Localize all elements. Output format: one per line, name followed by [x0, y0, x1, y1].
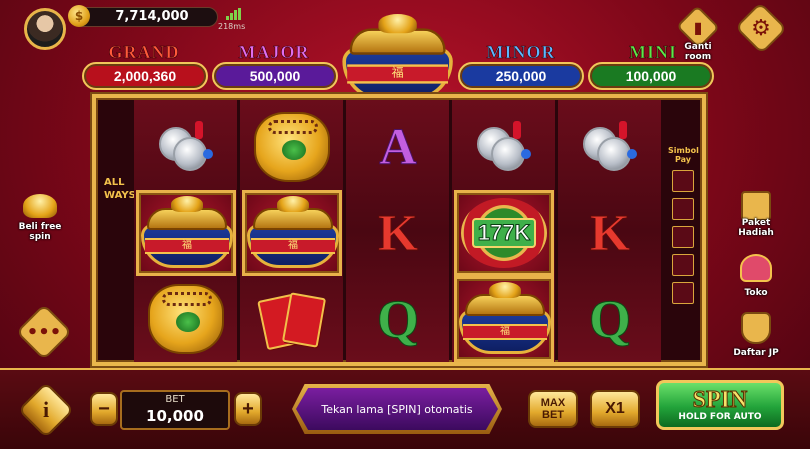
- reel-symbol-treasure-bowl: 福: [242, 190, 342, 276]
- reel-symbol-coins: [560, 104, 660, 190]
- spin-label: SPIN: [692, 386, 748, 413]
- grand-value: 2,000,360: [82, 62, 208, 90]
- chat-icon[interactable]: •••: [24, 312, 64, 352]
- reel-symbol-coins: [454, 104, 554, 190]
- balance-value: 7,714,000: [115, 9, 189, 24]
- player-avatar[interactable]: [24, 8, 66, 50]
- major-label: MAJOR: [238, 42, 310, 63]
- reel-2: 福: [240, 100, 343, 362]
- room-label[interactable]: Ganti room: [674, 42, 722, 62]
- reel-symbol-a: A: [379, 118, 418, 176]
- spin-button[interactable]: SPIN HOLD FOR AUTO: [656, 380, 784, 430]
- decrease-bet-button[interactable]: −: [90, 392, 118, 426]
- signal-icon: [226, 8, 241, 20]
- gift-package-label[interactable]: Paket Hadiah: [730, 218, 782, 238]
- gear-icon[interactable]: ⚙: [742, 10, 780, 46]
- jp-list-label[interactable]: Daftar JP: [730, 348, 782, 358]
- reel-symbol-coins: [136, 104, 236, 190]
- latency-text: 218ms: [218, 22, 246, 31]
- multiplier-button[interactable]: X1: [590, 390, 640, 428]
- paytable-symbol: [672, 170, 694, 192]
- paytable-symbol: [672, 198, 694, 220]
- info-button[interactable]: i: [26, 390, 66, 430]
- reel-symbol-k: K: [377, 204, 419, 262]
- max-bet-button[interactable]: MAX BET: [528, 390, 578, 428]
- trophy-icon[interactable]: [736, 308, 776, 348]
- major-value: 500,000: [212, 62, 338, 90]
- shop-label[interactable]: Toko: [730, 288, 782, 298]
- reel-symbol-money-pot: [242, 104, 342, 190]
- reel-1: 福: [134, 100, 237, 362]
- bet-value: 10,000: [146, 407, 204, 425]
- reel-symbol-jackpot: 177K: [454, 190, 554, 276]
- grand-label: GRAND: [108, 42, 180, 63]
- reel-symbol-red-envelopes: [242, 276, 342, 362]
- reel-symbol-treasure-bowl: 福: [454, 276, 554, 362]
- reel-symbol-money-pot: [136, 276, 236, 362]
- reel-3: A K Q: [346, 100, 449, 362]
- reel-symbol-money-pot: 福: [136, 190, 236, 276]
- mini-value: 100,000: [588, 62, 714, 90]
- treasure-bowl-emblem: 福: [340, 14, 460, 101]
- paytable-label[interactable]: Simbol Pay: [668, 146, 699, 164]
- reel-5: K Q: [558, 100, 661, 362]
- reel-symbol-q: Q: [588, 289, 631, 350]
- ingot-icon[interactable]: [20, 186, 60, 226]
- paytable-symbol: [672, 226, 694, 248]
- increase-bet-button[interactable]: +: [234, 392, 262, 426]
- spin-sub-label: HOLD FOR AUTO: [678, 411, 762, 422]
- shop-icon[interactable]: [736, 248, 776, 288]
- bet-label: BET: [165, 394, 185, 405]
- paytable-symbol: [672, 254, 694, 276]
- reel-4: 177K 福: [452, 100, 555, 362]
- reel-symbol-k: K: [589, 204, 631, 262]
- paytable-symbol: [672, 282, 694, 304]
- reel-symbol-q: Q: [376, 289, 419, 350]
- free-spin-label[interactable]: Beli free spin: [14, 222, 66, 242]
- door-icon[interactable]: ▮: [682, 12, 714, 42]
- all-ways-label: ALL WAYS: [104, 177, 136, 201]
- coin-icon: $: [68, 5, 90, 27]
- auto-spin-hint: Tekan lama [SPIN] otomatis: [296, 388, 498, 430]
